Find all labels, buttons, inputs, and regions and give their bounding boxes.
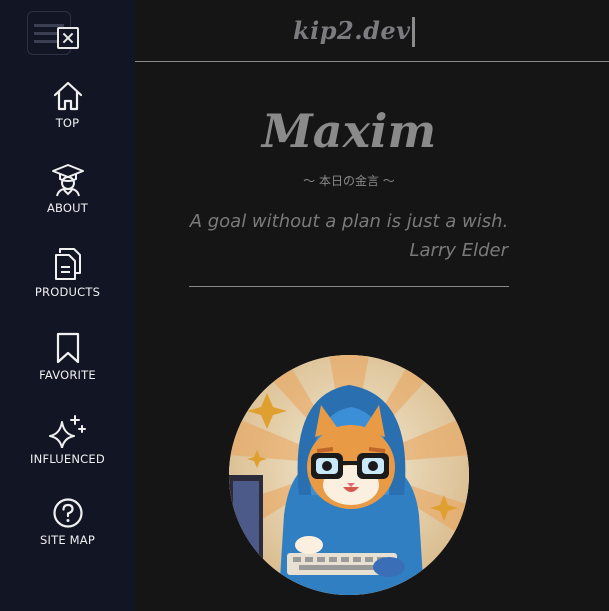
sidebar: TOP ABOUT PRODUCTS FAVORITE INFLUENCED S… xyxy=(0,0,135,611)
sidebar-item-influenced[interactable]: INFLUENCED xyxy=(0,412,135,466)
divider xyxy=(189,286,509,287)
documents-icon xyxy=(54,248,81,280)
graduate-icon xyxy=(51,164,84,197)
avatar xyxy=(229,355,469,595)
typing-cursor xyxy=(412,17,415,47)
close-icon[interactable] xyxy=(57,27,79,49)
sidebar-item-about[interactable]: ABOUT xyxy=(0,163,135,215)
sidebar-item-label: SITE MAP xyxy=(40,533,95,547)
help-circle-icon xyxy=(52,498,83,528)
home-icon xyxy=(53,81,82,111)
sidebar-item-label: ABOUT xyxy=(46,201,89,215)
sidebar-item-label: INFLUENCED xyxy=(30,452,105,466)
sidebar-item-label: FAVORITE xyxy=(39,368,96,382)
quote-author: Larry Elder xyxy=(409,240,508,261)
sidebar-item-top[interactable]: TOP xyxy=(0,80,135,130)
sparkles-icon xyxy=(48,415,86,448)
sidebar-item-site-map[interactable]: SITE MAP xyxy=(0,497,135,547)
sidebar-item-label: PRODUCTS xyxy=(34,285,101,299)
sidebar-item-label: TOP xyxy=(55,116,80,130)
sidebar-item-products[interactable]: PRODUCTS xyxy=(0,247,135,299)
menu-toggle-button[interactable] xyxy=(27,11,79,55)
sidebar-item-favorite[interactable]: FAVORITE xyxy=(0,332,135,382)
site-title[interactable]: kip2.dev xyxy=(293,16,411,45)
pixel-cat-hoodie-image xyxy=(229,355,469,595)
bookmark-icon xyxy=(56,332,79,364)
